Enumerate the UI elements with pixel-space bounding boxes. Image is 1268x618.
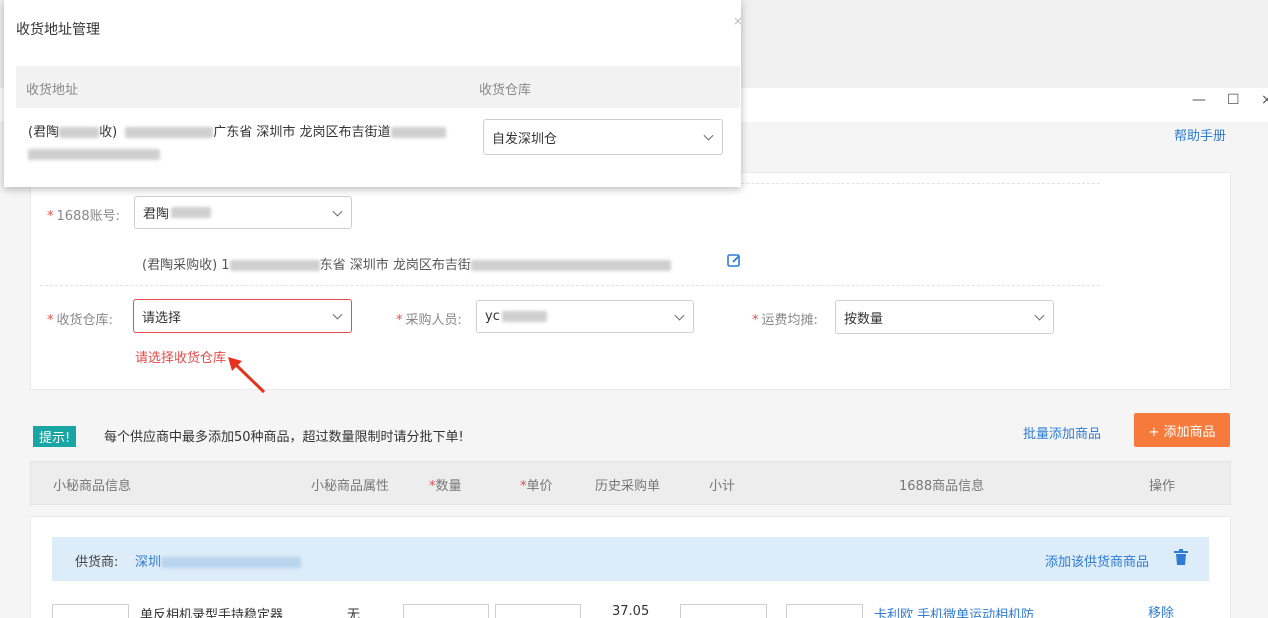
row-subtotal: 37.05 <box>612 604 650 618</box>
warehouse-label: * 收货仓库: <box>47 313 113 328</box>
tip-badge: 提示! <box>33 426 77 447</box>
window-close-icon[interactable]: × <box>1261 92 1268 108</box>
maximize-icon[interactable]: ☐ <box>1227 92 1240 108</box>
supplier-label: 供货商: <box>75 555 119 570</box>
buyer-label: * 采购人员: <box>396 313 462 328</box>
tip-text: 每个供应商中最多添加50种商品，超过数量限制时请分批下单! <box>104 430 464 445</box>
modal-table-header <box>16 66 740 108</box>
modal-col-warehouse: 收货仓库 <box>479 83 532 98</box>
col-header-info: 小秘商品信息 <box>53 479 132 494</box>
col-header-ops: 操作 <box>1149 479 1176 494</box>
help-manual-link[interactable]: 帮助手册 <box>1174 125 1226 144</box>
subtotal-input[interactable] <box>680 604 767 618</box>
modal-warehouse-select[interactable]: 自发深圳仓 <box>483 119 723 155</box>
freight-label: * 运费均摊: <box>752 313 818 328</box>
add-supplier-products-link[interactable]: 添加该供货商商品 <box>1045 551 1149 570</box>
minimize-icon[interactable]: — <box>1192 92 1206 108</box>
freight-select[interactable]: 按数量 <box>835 300 1054 334</box>
chevron-down-icon <box>1034 310 1045 321</box>
shipping-address-text: (君陶采购收) 1 东省 深圳市 龙岗区布吉街 <box>142 254 671 273</box>
1688-product-image <box>786 604 863 618</box>
red-arrow-annotation <box>228 357 266 394</box>
qty-input[interactable] <box>403 604 489 618</box>
close-icon[interactable]: × <box>733 14 743 28</box>
batch-add-products-link[interactable]: 批量添加商品 <box>1023 423 1101 442</box>
chevron-down-icon <box>332 309 343 320</box>
chevron-down-icon <box>703 130 714 141</box>
col-header-qty: *数量 <box>429 479 462 494</box>
account-label: * 1688账号: <box>47 209 120 224</box>
remove-link[interactable]: 移除 <box>1148 602 1174 618</box>
col-header-history: 历史采购单 <box>595 479 661 494</box>
col-header-1688-info: 1688商品信息 <box>899 479 985 494</box>
warehouse-error-message: 请选择收货仓库 <box>135 351 227 366</box>
chevron-down-icon <box>332 206 343 217</box>
modal-address-text: (君陶 收) 广东省 深圳市 龙岗区布吉街道 <box>28 122 458 166</box>
modal-title: 收货地址管理 <box>16 22 100 38</box>
col-header-price: *单价 <box>520 479 553 494</box>
add-product-button[interactable]: + 添加商品 <box>1134 413 1230 447</box>
col-header-attr: 小秘商品属性 <box>311 479 390 494</box>
1688-product-link[interactable]: 卡利欧 手机微单运动相机防 <box>874 604 1034 618</box>
warehouse-select[interactable]: 请选择 <box>133 299 352 333</box>
supplier-name[interactable]: 深圳 <box>135 551 302 570</box>
divider <box>40 285 1100 286</box>
address-management-modal: 收货地址管理 × 收货地址 收货仓库 (君陶 收) 广东省 深圳市 龙岗区布吉街道… <box>4 0 743 187</box>
product-name: 单反相机录型手持稳定器 <box>140 608 284 618</box>
product-attr: 无 <box>347 608 361 618</box>
trash-icon[interactable] <box>1174 549 1188 565</box>
edit-icon[interactable] <box>727 253 741 267</box>
chevron-down-icon <box>674 310 685 321</box>
product-thumbnail <box>52 604 129 618</box>
price-input[interactable] <box>495 604 581 618</box>
modal-col-address: 收货地址 <box>26 83 79 98</box>
account-select[interactable]: 君陶 <box>134 196 352 229</box>
col-header-subtotal: 小计 <box>709 479 736 494</box>
buyer-select[interactable]: yc <box>476 300 694 333</box>
